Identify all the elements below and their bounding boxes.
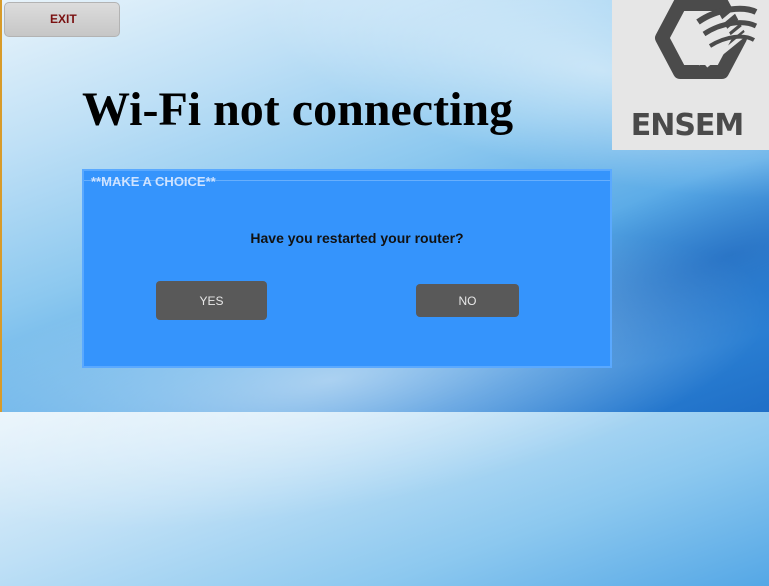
logo-text: ENSEM xyxy=(630,108,745,143)
panel-question: Have you restarted your router? xyxy=(250,230,464,246)
page-title: Wi-Fi not connecting xyxy=(82,83,514,136)
panel-header: **MAKE A CHOICE** xyxy=(91,174,216,189)
choice-panel: **MAKE A CHOICE** Have you restarted you… xyxy=(82,169,612,368)
window-edge xyxy=(0,0,2,412)
ensem-logo-icon xyxy=(655,0,760,79)
ensem-logo: ENSEM xyxy=(612,0,769,150)
no-button[interactable]: NO xyxy=(416,284,519,317)
yes-button[interactable]: YES xyxy=(156,281,267,320)
exit-button[interactable]: EXIT xyxy=(4,2,120,37)
